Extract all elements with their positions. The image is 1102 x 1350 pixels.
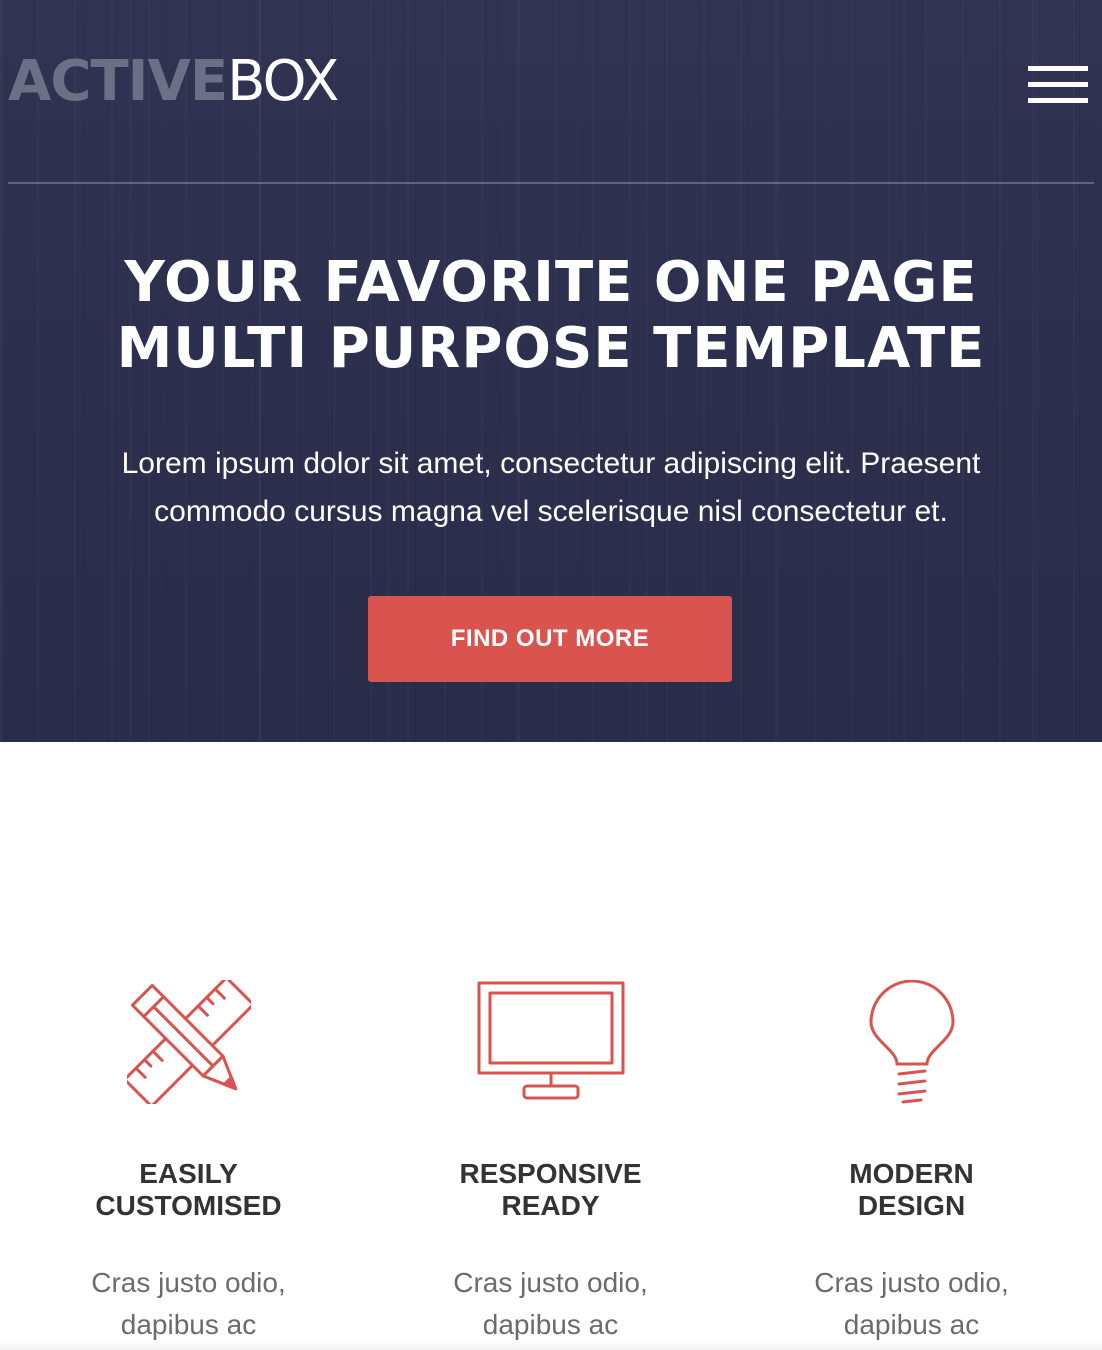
find-out-more-button[interactable]: FIND OUT MORE	[368, 596, 732, 682]
hamburger-menu-icon[interactable]	[1028, 66, 1088, 104]
logo-text-active: ACTIVE	[8, 49, 228, 114]
bottom-fade	[0, 1340, 1102, 1350]
feature-easily-customised: EASILY CUSTOMISED Cras justo odio, dapib…	[5, 742, 372, 1350]
feature-text: Cras justo odio, dapibus ac	[453, 1267, 648, 1340]
menu-bar	[1028, 82, 1088, 87]
menu-bar	[1028, 98, 1088, 103]
feature-text: Cras justo odio, dapibus ac	[814, 1267, 1009, 1340]
feature-title: MODERN DESIGN	[849, 1158, 974, 1221]
lightbulb-icon	[728, 980, 1095, 1104]
logo[interactable]: ACTIVE BOX	[8, 49, 339, 114]
monitor-icon	[367, 980, 734, 1104]
feature-responsive-ready: RESPONSIVE READY Cras justo odio, dapibu…	[367, 742, 734, 1350]
menu-bar	[1028, 66, 1088, 71]
hero-section: ACTIVE BOX YOUR FAVORITE ONE PAGE MULTI …	[0, 0, 1102, 742]
feature-modern-design: MODERN DESIGN Cras justo odio, dapibus a…	[728, 742, 1095, 1350]
feature-title: EASILY CUSTOMISED	[95, 1158, 282, 1221]
logo-text-box: BOX	[227, 49, 339, 114]
feature-text: Cras justo odio, dapibus ac	[91, 1267, 286, 1340]
hero-title: YOUR FAVORITE ONE PAGE MULTI PURPOSE TEM…	[116, 250, 986, 381]
features-section: EASILY CUSTOMISED Cras justo odio, dapib…	[0, 742, 1102, 1350]
pencil-ruler-icon	[5, 980, 372, 1104]
feature-title: RESPONSIVE READY	[459, 1158, 642, 1221]
hero-lead-text: Lorem ipsum dolor sit amet, consectetur …	[121, 447, 981, 528]
header-divider	[8, 182, 1094, 184]
